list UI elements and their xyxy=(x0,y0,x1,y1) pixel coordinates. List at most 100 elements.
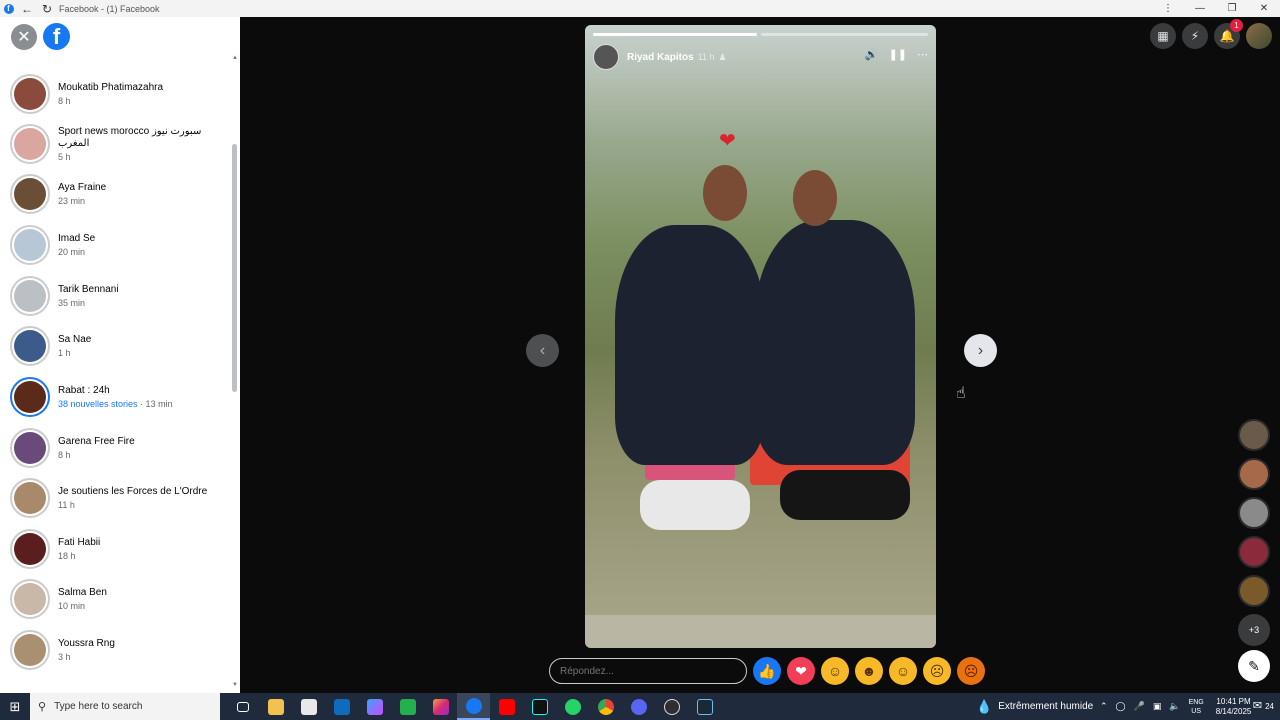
pause-icon[interactable]: ❚❚ xyxy=(889,48,907,61)
whatsapp-icon[interactable] xyxy=(556,693,589,720)
story-header[interactable]: Riyad Kapitos 11 h ♟ xyxy=(593,44,727,70)
taskbar-clock[interactable]: 10:41 PM 8/14/2025 xyxy=(1216,697,1252,717)
minimize-button[interactable]: — xyxy=(1184,0,1216,17)
viewer-avatar[interactable] xyxy=(1238,575,1270,607)
story-name: Rabat : 24h xyxy=(58,384,110,396)
story-time: 11 h xyxy=(697,52,715,62)
action-center-icon[interactable]: ✉ 24 xyxy=(1253,699,1274,712)
language-indicator[interactable]: ENG US xyxy=(1189,698,1204,716)
reload-icon[interactable]: ↻ xyxy=(37,2,57,16)
create-story-button[interactable]: ✎ xyxy=(1238,650,1270,682)
viewer-avatar[interactable] xyxy=(1238,458,1270,490)
copilot-icon[interactable] xyxy=(358,693,391,720)
story-list-item[interactable]: Tarik Bennani 35 min xyxy=(10,276,230,316)
outlook-icon[interactable] xyxy=(325,693,358,720)
love-reaction-icon[interactable]: ❤ xyxy=(787,657,815,685)
weather-widget[interactable]: 💧 Extrêmement humide xyxy=(976,693,1093,720)
story-avatar[interactable] xyxy=(10,630,50,670)
story-list-item[interactable]: Moukatib Phatimazahra 8 h xyxy=(10,74,230,114)
speaker-icon[interactable]: 🔈 xyxy=(1169,701,1180,712)
weather-text: Extrêmement humide xyxy=(998,701,1094,712)
story-avatar[interactable] xyxy=(10,174,50,214)
story-list-item[interactable]: Imad Se 20 min xyxy=(10,225,230,265)
like-reaction-icon[interactable]: 👍 xyxy=(753,657,781,685)
story-name: Garena Free Fire xyxy=(58,435,135,447)
youtube-icon[interactable] xyxy=(490,693,523,720)
story-list-item[interactable]: Garena Free Fire 8 h xyxy=(10,428,230,468)
instagram-icon[interactable] xyxy=(424,693,457,720)
story-author-avatar[interactable] xyxy=(593,44,619,70)
story-list-item[interactable]: Aya Fraine 23 min xyxy=(10,174,230,214)
volume-icon[interactable]: 🔊 xyxy=(865,48,879,61)
facebook-logo-icon[interactable]: f xyxy=(43,23,70,50)
story-avatar[interactable] xyxy=(10,377,50,417)
scroll-up-arrow-icon[interactable]: ▲ xyxy=(232,55,238,61)
language-code: ENG xyxy=(1188,698,1204,706)
meet-now-icon[interactable]: ◯ xyxy=(1116,701,1126,712)
facebook-taskbar-icon[interactable] xyxy=(457,693,490,720)
close-stories-button[interactable]: ✕ xyxy=(11,24,37,50)
story-list-item[interactable]: Je soutiens les Forces de L'Ordre 11 h xyxy=(10,478,230,518)
story-avatar[interactable] xyxy=(10,478,50,518)
story-avatar[interactable] xyxy=(10,74,50,114)
story-list-item[interactable]: Youssra Rng 3 h xyxy=(10,630,230,670)
more-options-icon[interactable]: ⋯ xyxy=(917,48,928,61)
more-options-icon[interactable]: ⋮ xyxy=(1152,0,1184,17)
task-view-icon[interactable] xyxy=(226,693,259,720)
messenger-icon[interactable]: ⚡ xyxy=(1182,23,1208,49)
chrome-icon[interactable] xyxy=(589,693,622,720)
network-icon[interactable]: ▣ xyxy=(1153,701,1162,712)
sad-reaction-icon[interactable]: ☹ xyxy=(923,657,951,685)
tiktok-icon[interactable] xyxy=(523,693,556,720)
show-hidden-icons-icon[interactable]: ⌃ xyxy=(1100,701,1108,712)
menu-grid-icon[interactable]: ▦ xyxy=(1150,23,1176,49)
obs-icon[interactable] xyxy=(655,693,688,720)
notifications-bell-icon[interactable]: 🔔 1 xyxy=(1214,19,1243,49)
humidity-drop-icon: 💧 xyxy=(976,698,993,714)
wow-reaction-icon[interactable]: ☺ xyxy=(889,657,917,685)
story-list-item[interactable]: Fati Habii 18 h xyxy=(10,529,230,569)
story-card[interactable]: Riyad Kapitos 11 h ♟ 🔊 ❚❚ ⋯ ❤ xyxy=(585,25,936,648)
broken-heart-icon: ❤ xyxy=(719,130,736,152)
next-story-button[interactable]: › xyxy=(964,334,997,367)
taskbar-search-placeholder: Type here to search xyxy=(54,701,143,712)
story-list-item[interactable]: Sa Nae 1 h xyxy=(10,326,230,366)
taskbar-search[interactable]: ⚲ Type here to search xyxy=(30,693,220,720)
new-stories-count: 38 nouvelles stories xyxy=(58,398,138,409)
angry-reaction-icon[interactable]: ☹ xyxy=(957,657,985,685)
sidebar-scrollbar[interactable] xyxy=(232,144,237,392)
story-avatar[interactable] xyxy=(10,428,50,468)
restore-button[interactable]: ❐ xyxy=(1216,0,1248,17)
scroll-down-arrow-icon[interactable]: ▼ xyxy=(232,682,238,688)
steam-icon[interactable] xyxy=(688,693,721,720)
story-list-item[interactable]: Sport news morocco سبورت نيوز المغرب 5 h xyxy=(10,124,230,164)
store-icon[interactable] xyxy=(292,693,325,720)
story-avatar[interactable] xyxy=(10,225,50,265)
microphone-icon[interactable]: 🎤 xyxy=(1134,701,1145,712)
close-window-button[interactable]: ✕ xyxy=(1248,0,1280,17)
story-avatar[interactable] xyxy=(10,326,50,366)
story-avatar[interactable] xyxy=(10,124,50,164)
story-avatar[interactable] xyxy=(10,579,50,619)
care-reaction-icon[interactable]: ☺ xyxy=(821,657,849,685)
story-list-item[interactable]: Salma Ben 10 min xyxy=(10,579,230,619)
viewer-avatar[interactable] xyxy=(1238,536,1270,568)
windows-start-icon[interactable]: ⊞ xyxy=(0,693,30,720)
file-explorer-icon[interactable] xyxy=(259,693,292,720)
facebook-favicon: f xyxy=(0,0,17,17)
reply-input[interactable] xyxy=(549,658,747,684)
story-avatar[interactable] xyxy=(10,276,50,316)
story-avatar[interactable] xyxy=(10,529,50,569)
previous-story-button[interactable]: ‹ xyxy=(526,334,559,367)
viewer-avatar[interactable] xyxy=(1238,419,1270,451)
profile-avatar[interactable] xyxy=(1246,23,1272,49)
green-app-icon[interactable] xyxy=(391,693,424,720)
story-time: 5 h xyxy=(58,151,71,162)
discord-icon[interactable] xyxy=(622,693,655,720)
viewer-avatar[interactable] xyxy=(1238,497,1270,529)
more-viewers-button[interactable]: +3 xyxy=(1238,614,1270,646)
back-arrow-icon[interactable]: ← xyxy=(17,2,37,16)
story-list-item[interactable]: Rabat : 24h 38 nouvelles stories · 13 min xyxy=(10,377,230,417)
story-author-name[interactable]: Riyad Kapitos xyxy=(627,52,694,63)
haha-reaction-icon[interactable]: ☻ xyxy=(855,657,883,685)
